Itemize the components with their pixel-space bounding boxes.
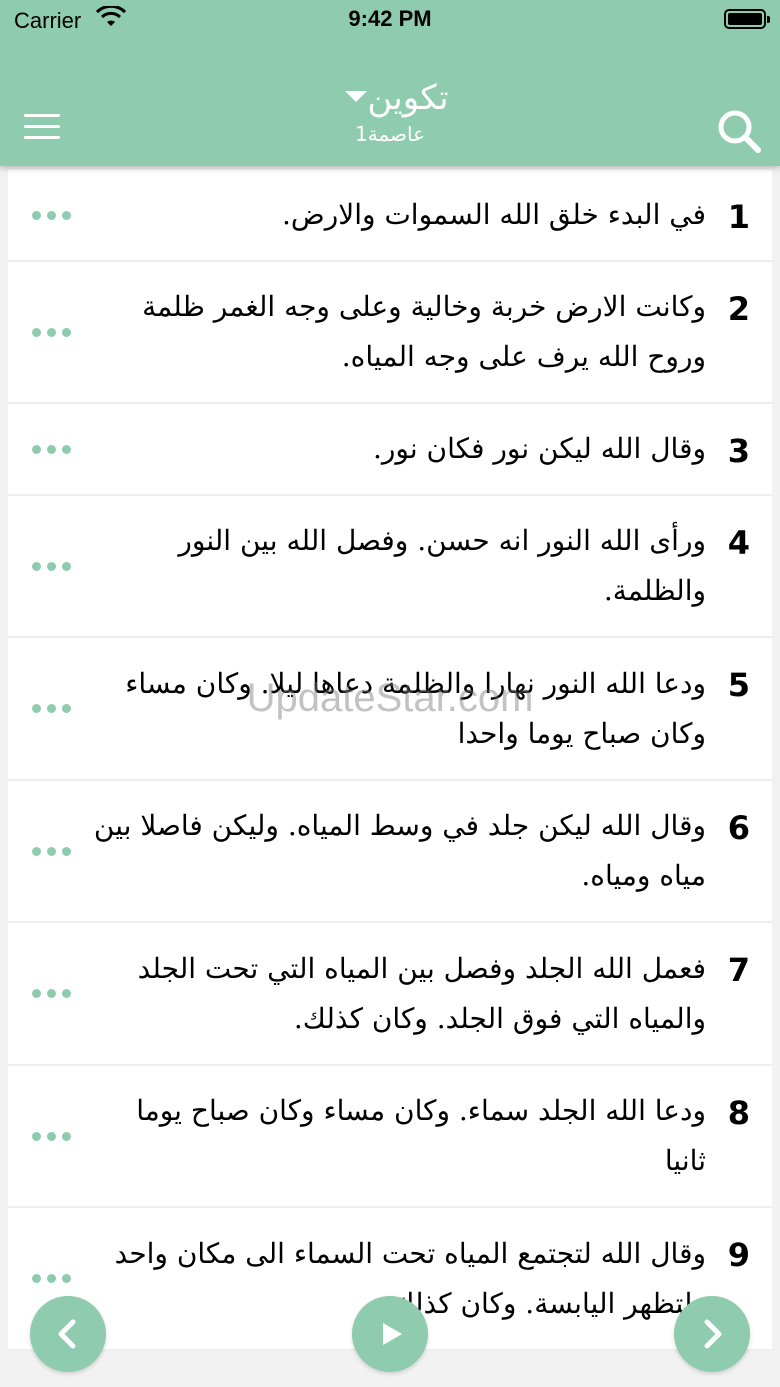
verse-number: 9: [727, 1236, 750, 1274]
verse-row[interactable]: 8 ودعا الله الجلد سماء. وكان مساء وكان ص…: [8, 1066, 772, 1208]
ellipsis-icon[interactable]: [28, 1131, 88, 1141]
verse-row[interactable]: 7 فعمل الله الجلد وفصل بين المياه التي ت…: [8, 923, 772, 1066]
clock: 9:42 PM: [348, 6, 432, 31]
verse-row[interactable]: 1 في البدء خلق الله السموات والارض.: [8, 170, 772, 262]
verse-list: 1 في البدء خلق الله السموات والارض. 2 وك…: [8, 170, 772, 1351]
status-bar: Carrier 9:42 PM: [0, 0, 780, 40]
dropdown-caret-icon: [345, 91, 368, 102]
verse-text: وكانت الارض خربة وخالية وعلى وجه الغمر ظ…: [142, 290, 706, 373]
verse-row[interactable]: 6 وقال الله ليكن جلد في وسط المياه. وليك…: [8, 781, 772, 923]
ellipsis-icon[interactable]: [28, 327, 88, 337]
verse-number: 3: [727, 432, 750, 470]
book-title: تكوين: [367, 78, 449, 118]
ellipsis-icon[interactable]: [28, 444, 88, 454]
verse-number: 6: [727, 809, 750, 847]
ellipsis-icon[interactable]: [28, 210, 88, 220]
verse-row[interactable]: 5 ودعا الله النور نهارا والظلمة دعاها لي…: [8, 638, 772, 781]
verse-row[interactable]: 2 وكانت الارض خربة وخالية وعلى وجه الغمر…: [8, 262, 772, 404]
book-chapter-selector[interactable]: تكوين عاصمة1: [240, 78, 540, 146]
play-icon: [383, 1323, 402, 1345]
verse-row[interactable]: 3 وقال الله ليكن نور فكان نور.: [8, 404, 772, 496]
verse-text: ودعا الله الجلد سماء. وكان مساء وكان صبا…: [136, 1094, 706, 1177]
verse-text: فعمل الله الجلد وفصل بين المياه التي تحت…: [137, 951, 706, 1035]
verse-number: 7: [727, 951, 750, 989]
ellipsis-icon[interactable]: [28, 846, 88, 856]
search-icon[interactable]: [716, 108, 762, 154]
verse-text: ودعا الله النور نهارا والظلمة دعاها ليلا…: [125, 666, 706, 750]
next-chapter-button[interactable]: [674, 1296, 750, 1372]
verse-text: وقال الله ليكن نور فكان نور.: [372, 432, 706, 465]
verse-text: وقال الله ليكن جلد في وسط المياه. وليكن …: [93, 809, 706, 892]
ellipsis-icon[interactable]: [28, 561, 88, 571]
verse-number: 5: [727, 666, 750, 704]
chevron-right-icon: [704, 1319, 722, 1349]
battery-icon: [724, 9, 770, 29]
chevron-left-icon: [58, 1319, 76, 1349]
ellipsis-icon[interactable]: [28, 704, 88, 713]
ellipsis-icon[interactable]: [28, 989, 88, 998]
ellipsis-icon[interactable]: [28, 1274, 88, 1283]
verse-text: في البدء خلق الله السموات والارض.: [282, 198, 706, 231]
play-button[interactable]: [352, 1296, 428, 1372]
verse-number: 4: [727, 524, 750, 562]
verse-number: 8: [727, 1094, 750, 1132]
verse-row[interactable]: 4 ورأى الله النور انه حسن. وفصل الله بين…: [8, 496, 772, 638]
previous-chapter-button[interactable]: [30, 1296, 106, 1372]
hamburger-icon[interactable]: [24, 114, 60, 142]
verse-number: 1: [727, 198, 750, 236]
top-bar: Carrier 9:42 PM تكوين عاصمة1: [0, 0, 780, 166]
verse-text: ورأى الله النور انه حسن. وفصل الله بين ا…: [178, 524, 706, 607]
verse-number: 2: [727, 290, 750, 328]
chapter-subtitle: عاصمة1: [354, 122, 426, 146]
